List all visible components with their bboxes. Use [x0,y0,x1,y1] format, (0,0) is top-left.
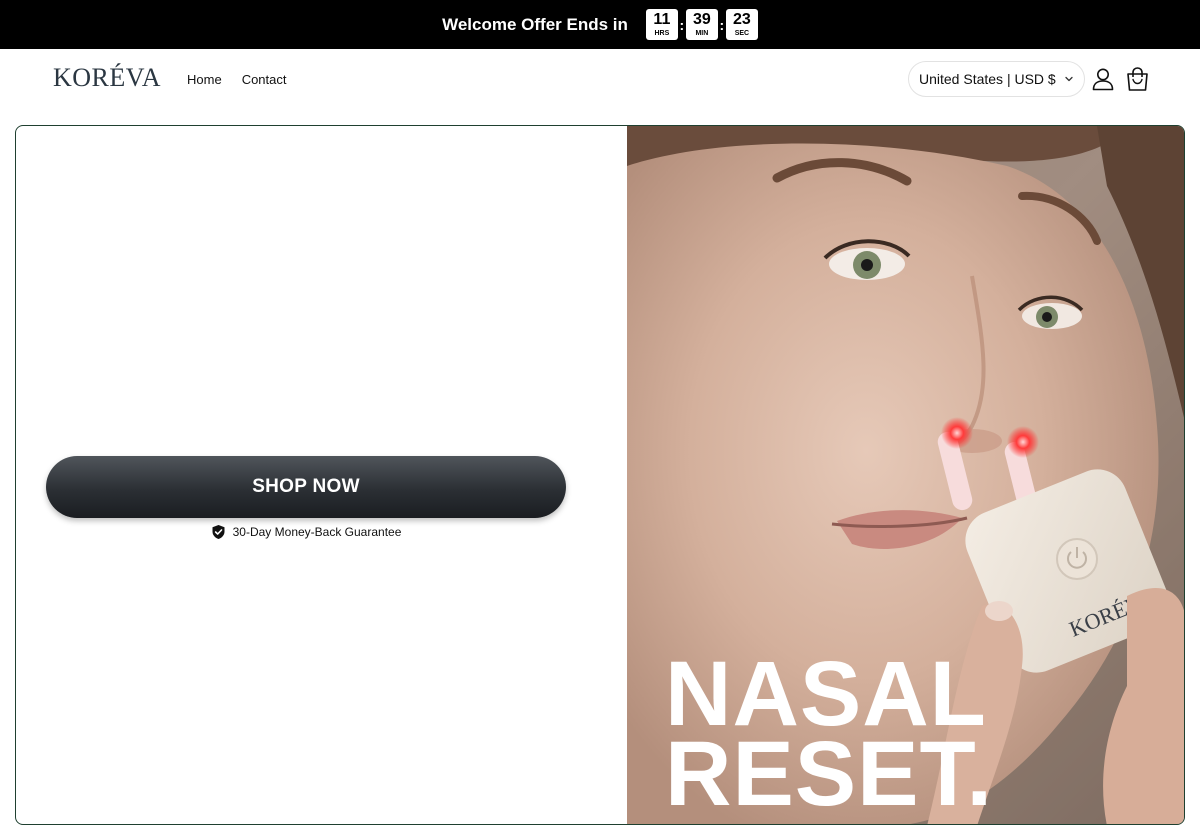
guarantee-text: 30-Day Money-Back Guarantee [232,525,402,539]
countdown-minutes: 39 MIN [685,9,718,40]
announcement-bar: Welcome Offer Ends in 11 HRS : 39 MIN : … [0,0,1200,49]
brand-logo[interactable]: KORÉVA [53,63,161,93]
site-header: KORÉVA Home Contact United States | USD … [0,49,1200,111]
shield-check-icon [212,525,225,539]
headline-line-2: RESET. [665,723,994,825]
country-currency-selector[interactable]: United States | USD $ [908,61,1085,97]
countdown-timer: 11 HRS : 39 MIN : 23 SEC [645,9,758,40]
nav-home[interactable]: Home [187,72,222,87]
countdown-hours: 11 HRS [645,9,678,40]
countdown-separator: : [679,16,685,33]
main-nav: Home Contact [187,72,287,87]
chevron-down-icon [1065,76,1073,82]
hero-product-image: KORÉVA NASAL RESET. [627,126,1184,825]
shop-now-button[interactable]: SHOP NOW [46,456,566,518]
money-back-guarantee: 30-Day Money-Back Guarantee [46,524,566,540]
country-currency-label: United States | USD $ [919,71,1056,87]
account-icon[interactable] [1092,67,1114,91]
hero-headline: NASAL RESET. [665,643,994,825]
announcement-text: Welcome Offer Ends in [442,14,628,34]
countdown-seconds: 23 SEC [725,9,758,40]
headline-line-1: NASAL [665,643,987,745]
countdown-separator: : [719,16,725,33]
nav-contact[interactable]: Contact [242,72,287,87]
cart-icon[interactable] [1125,66,1150,92]
hero-section: SHOP NOW 30-Day Money-Back Guarantee KOR… [15,125,1185,825]
